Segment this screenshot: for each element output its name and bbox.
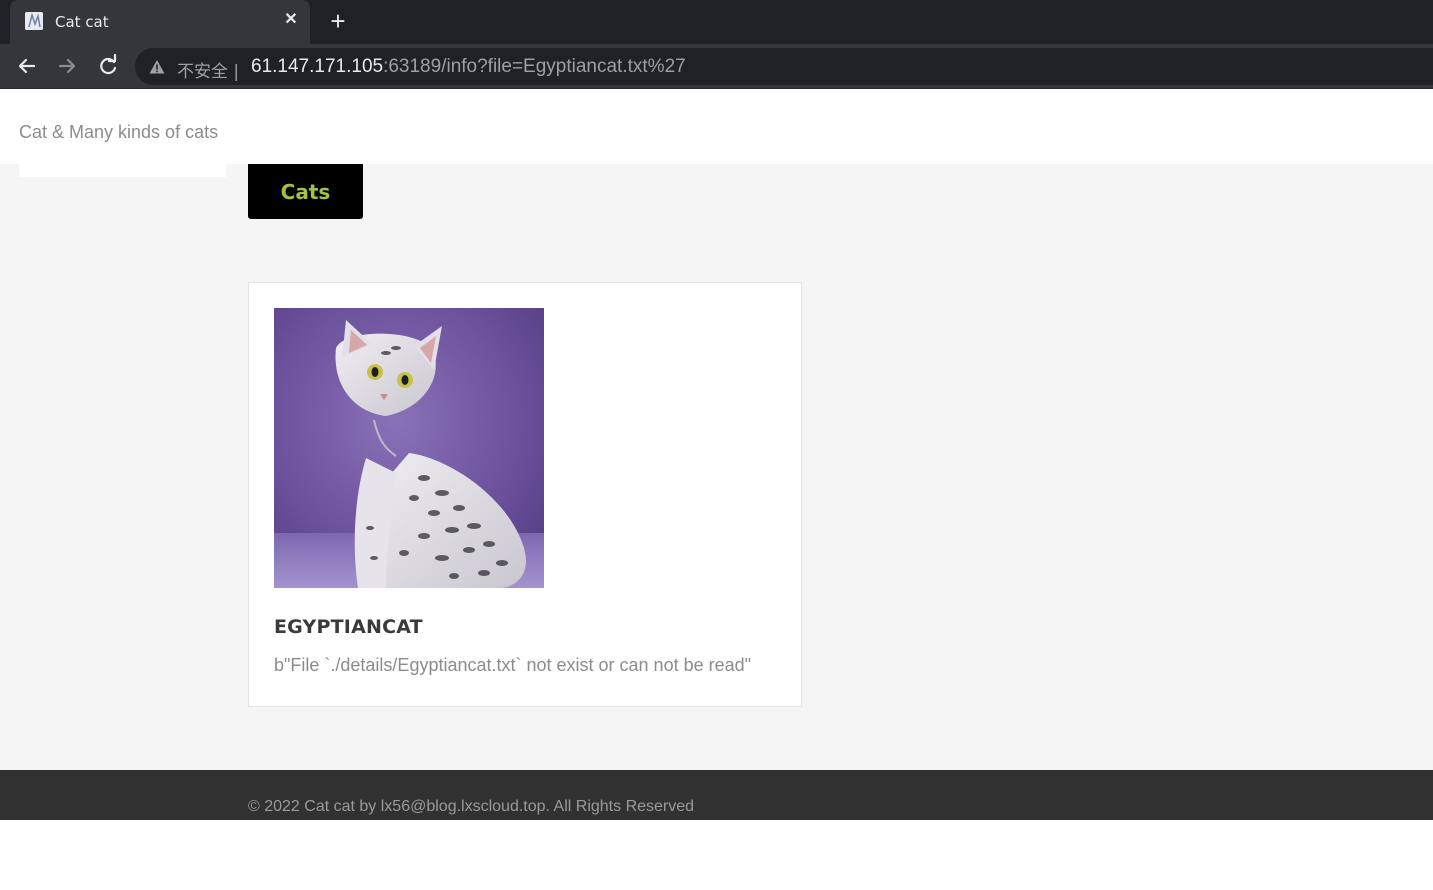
favicon-icon <box>25 12 43 30</box>
close-tab-icon[interactable]: ✕ <box>281 10 301 30</box>
site-brand[interactable]: Cat & Many kinds of cats <box>19 122 218 143</box>
new-tab-button[interactable]: + <box>326 8 350 34</box>
cats-nav-button[interactable]: Cats <box>248 164 363 219</box>
url-host: 61.147.171.105 <box>251 56 384 77</box>
brand-underlay <box>19 164 226 177</box>
cat-card: EGYPTIANCAT b"File `./details/Egyptianca… <box>248 282 802 707</box>
back-arrow-icon[interactable] <box>13 52 41 80</box>
tab-title: Cat cat <box>55 13 109 31</box>
url-text[interactable]: 61.147.171.105:63189/info?file=Egyptianc… <box>251 56 686 78</box>
browser-tab-strip: Cat cat ✕ + <box>0 0 1433 44</box>
forward-arrow-icon[interactable] <box>53 52 81 80</box>
card-description: b"File `./details/Egyptiancat.txt` not e… <box>274 655 752 675</box>
address-bar[interactable]: 不安全 | 61.147.171.105:63189/info?file=Egy… <box>135 48 1433 85</box>
card-title: EGYPTIANCAT <box>274 616 423 638</box>
warning-icon[interactable] <box>149 59 165 75</box>
browser-toolbar: 不安全 | 61.147.171.105:63189/info?file=Egy… <box>0 44 1433 89</box>
reload-icon[interactable] <box>94 52 122 80</box>
url-path: :63189/info?file=Egyptiancat.txt%27 <box>383 56 686 77</box>
web-page: Cat & Many kinds of cats Cats EGYPTIANCA… <box>0 89 1433 820</box>
footer-copyright: © 2022 Cat cat by lx56@blog.lxscloud.top… <box>248 798 695 815</box>
security-label[interactable]: 不安全 | <box>177 57 239 82</box>
cat-image <box>274 308 544 588</box>
site-footer: © 2022 Cat cat by lx56@blog.lxscloud.top… <box>0 770 1433 820</box>
browser-tab[interactable]: Cat cat ✕ <box>10 0 310 44</box>
site-header: Cat & Many kinds of cats <box>0 89 1433 164</box>
